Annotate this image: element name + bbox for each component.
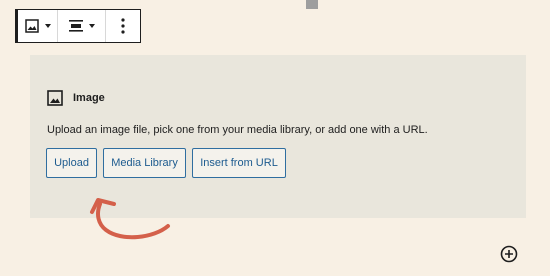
insert-from-url-button[interactable]: Insert from URL bbox=[192, 148, 286, 178]
media-library-button[interactable]: Media Library bbox=[103, 148, 186, 178]
block-title-label: Image bbox=[73, 92, 105, 104]
align-center-icon bbox=[68, 20, 83, 32]
block-type-switcher[interactable] bbox=[16, 10, 58, 42]
upload-button[interactable]: Upload bbox=[46, 148, 97, 178]
align-dropdown[interactable] bbox=[58, 10, 106, 42]
chevron-down-icon bbox=[44, 24, 51, 28]
plus-circle-icon[interactable] bbox=[500, 245, 518, 263]
block-toolbar bbox=[15, 9, 141, 43]
block-title: Image bbox=[47, 90, 105, 106]
curved-arrow-icon bbox=[90, 198, 170, 240]
more-vertical-icon bbox=[121, 18, 125, 34]
image-icon bbox=[47, 90, 63, 106]
upload-actions: Upload Media Library Insert from URL bbox=[46, 148, 286, 178]
chevron-down-icon bbox=[88, 24, 95, 28]
image-icon bbox=[24, 19, 39, 33]
block-mover-handle[interactable] bbox=[306, 0, 318, 9]
more-options-button[interactable] bbox=[106, 10, 140, 42]
block-instructions: Upload an image file, pick one from your… bbox=[47, 124, 428, 136]
